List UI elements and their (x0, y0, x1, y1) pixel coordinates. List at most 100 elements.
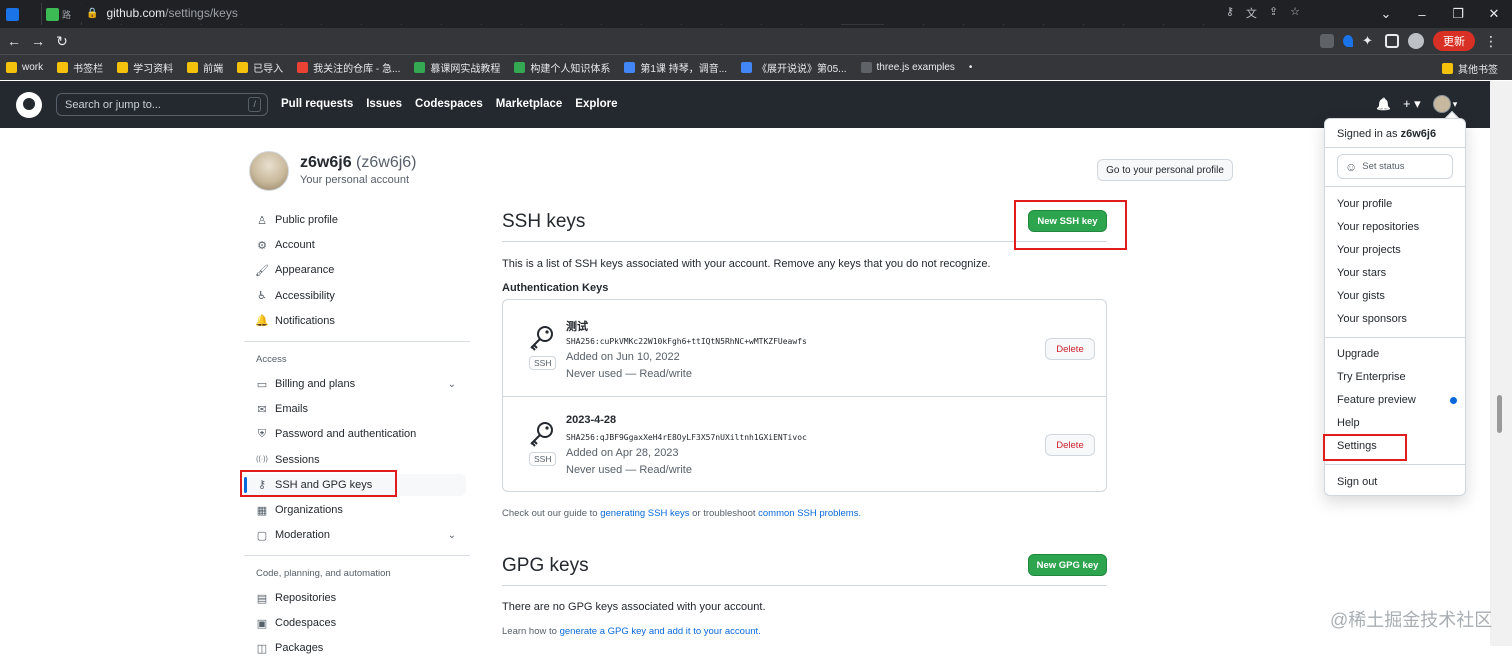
update-button[interactable]: 更新 (1433, 31, 1475, 51)
bookmark-folder-icon (6, 62, 17, 73)
generating-ssh-keys-link[interactable]: generating SSH keys (600, 508, 689, 519)
bookmark-item[interactable]: 前端 (187, 60, 223, 75)
forward-icon[interactable]: → (26, 33, 50, 49)
tab-search-button[interactable]: ⌄ (1368, 0, 1404, 28)
notification-bell-icon[interactable]: 🔔 (1376, 97, 1391, 111)
delete-key-button[interactable]: Delete (1045, 434, 1095, 456)
profile-subtitle: Your personal account (300, 174, 410, 186)
sidebar-item-notifications[interactable]: 🔔 Notifications (244, 310, 466, 332)
annotation-box (1323, 434, 1407, 461)
chevron-down-icon[interactable]: ⌄ (448, 379, 456, 390)
menu-item-upgrade[interactable]: Upgrade (1337, 348, 1379, 360)
nav-explore[interactable]: Explore (575, 98, 617, 110)
bookmark-item[interactable]: 《展开说说》第05... (741, 60, 847, 75)
sidebar-item-accessibility[interactable]: ♿ Accessibility (244, 285, 466, 307)
delete-key-button[interactable]: Delete (1045, 338, 1095, 360)
menu-item-help[interactable]: Help (1337, 417, 1360, 429)
sidebar-item-packages[interactable]: ◫ Packages (244, 637, 466, 659)
sidebar-item-organizations[interactable]: ▦ Organizations (244, 499, 466, 521)
reload-icon[interactable]: ↻ (50, 33, 74, 50)
ssh-key-row: SSH 2023-4-28 SHA256:qJBF9GgaxXeH4rE8OyL… (503, 396, 1106, 492)
bookmark-star-icon[interactable]: ☆ (1290, 5, 1300, 21)
other-bookmarks[interactable]: 其他书签 (1442, 61, 1498, 76)
menu-item-your-projects[interactable]: Your projects (1337, 244, 1401, 256)
sidebar-item-password-and-authentication[interactable]: ⛨ Password and authentication (244, 423, 466, 445)
menu-item-your-sponsors[interactable]: Your sponsors (1337, 313, 1407, 325)
go-to-profile-button[interactable]: Go to your personal profile (1097, 159, 1233, 181)
minimize-button[interactable]: – (1404, 0, 1440, 28)
ssh-badge: SSH (529, 452, 557, 466)
menu-item-your-profile[interactable]: Your profile (1337, 198, 1392, 210)
github-logo-icon[interactable] (16, 92, 42, 118)
extension-icon[interactable] (1343, 35, 1353, 47)
bookmark-item[interactable]: 学习资料 (117, 60, 173, 75)
sidebar-item-emails[interactable]: ✉ Emails (244, 398, 466, 420)
nav-codespaces[interactable]: Codespaces (415, 98, 483, 110)
menu-item-your-repositories[interactable]: Your repositories (1337, 221, 1419, 233)
url-field[interactable]: 🔒 github.com/settings/keys ⚷ 文 ⇪ ☆ (76, 2, 1308, 24)
new-gpg-key-button[interactable]: New GPG key (1028, 554, 1107, 576)
translate-icon[interactable]: 文 (1246, 5, 1257, 21)
bookmark-item[interactable]: work (6, 62, 43, 73)
profile-avatar[interactable] (249, 151, 289, 191)
sidebar-item-label: Codespaces (275, 617, 337, 630)
sidebar-item-account[interactable]: ⚙ Account (244, 234, 466, 256)
puzzle-icon[interactable]: ✦ (1362, 34, 1376, 48)
sidebar-item-label: Password and authentication (275, 428, 417, 441)
extensions-area: ✦ 更新 ⋮ (1320, 28, 1498, 54)
sidebar-item-label: Billing and plans (275, 378, 356, 390)
close-window-button[interactable]: ✕ (1476, 0, 1512, 28)
menu-item-your-gists[interactable]: Your gists (1337, 290, 1385, 302)
nav-issues[interactable]: Issues (366, 98, 402, 110)
set-status-label: Set status (1362, 161, 1405, 172)
avatar (1432, 95, 1451, 113)
sidebar-item-public-profile[interactable]: ♙ Public profile (244, 209, 466, 231)
menu-dots-icon[interactable]: ⋮ (1484, 33, 1498, 50)
tab-favicon-icon (46, 7, 59, 21)
sidepanel-icon[interactable] (1385, 34, 1399, 48)
sidebar-item-sessions[interactable]: ((·)) Sessions (244, 449, 466, 471)
bookmark-item[interactable]: three.js examples (860, 62, 955, 73)
bookmark-item[interactable]: 我关注的仓库 - 急... (297, 60, 400, 75)
sidebar-item-appearance[interactable]: 🖌 Appearance (244, 259, 466, 281)
browser-tab[interactable] (2, 3, 42, 25)
search-input[interactable]: Search or jump to... / (56, 93, 268, 116)
scrollbar-thumb[interactable] (1497, 395, 1502, 433)
share-icon[interactable]: ⇪ (1269, 5, 1278, 21)
bookmark-item[interactable]: 慕课网实战教程 (414, 60, 500, 75)
create-new-dropdown[interactable]: + ▾ (1403, 96, 1421, 112)
page-scrollbar[interactable] (1490, 81, 1512, 646)
bookmark-item[interactable]: 已导入 (237, 60, 283, 75)
set-status-button[interactable]: ☺ Set status (1337, 154, 1453, 179)
menu-item-try-enterprise[interactable]: Try Enterprise (1337, 371, 1406, 383)
menu-item-sign-out[interactable]: Sign out (1337, 476, 1377, 488)
search-placeholder: Search or jump to... (65, 98, 161, 111)
address-bar-row: ← → ↻ (0, 28, 1512, 54)
nav-pull-requests[interactable]: Pull requests (281, 98, 353, 110)
sidebar-item-moderation[interactable]: ▢ Moderation ⌄ (244, 524, 466, 546)
sidebar-item-billing-and-plans[interactable]: ▭ Billing and plans ⌄ (244, 373, 466, 395)
bookmark-item[interactable]: 第1课 持琴，调音... (624, 60, 727, 75)
bookmarks-more[interactable]: • (969, 62, 973, 73)
user-menu-toggle[interactable]: ▾ (1432, 95, 1457, 113)
chevron-down-icon[interactable]: ⌄ (448, 530, 456, 541)
menu-item-feature-preview[interactable]: Feature preview (1337, 394, 1416, 406)
url-path: /settings/keys (165, 6, 238, 20)
extension-icon[interactable] (1320, 34, 1334, 48)
profile-avatar-icon[interactable] (1408, 33, 1424, 49)
menu-item-your-stars[interactable]: Your stars (1337, 267, 1386, 279)
back-icon[interactable]: ← (2, 33, 26, 49)
menu-divider (1325, 147, 1465, 148)
nav-marketplace[interactable]: Marketplace (496, 98, 562, 110)
sidebar-item-repositories[interactable]: ▤ Repositories (244, 587, 466, 609)
repo-icon: ▤ (256, 592, 268, 605)
sidebar-item-label: Notifications (275, 314, 335, 327)
sidebar-item-codespaces[interactable]: ▣ Codespaces (244, 612, 466, 634)
common-ssh-problems-link[interactable]: common SSH problems. (758, 508, 861, 519)
bookmark-item[interactable]: 构建个人知识体系 (514, 60, 610, 75)
maximize-button[interactable]: ❐ (1440, 0, 1476, 28)
generate-gpg-key-link[interactable]: generate a GPG key and add it to your ac… (560, 626, 761, 637)
key-icon[interactable]: ⚷ (1226, 5, 1234, 21)
bookmark-item[interactable]: 书签栏 (57, 60, 103, 75)
annotation-box (240, 470, 397, 497)
